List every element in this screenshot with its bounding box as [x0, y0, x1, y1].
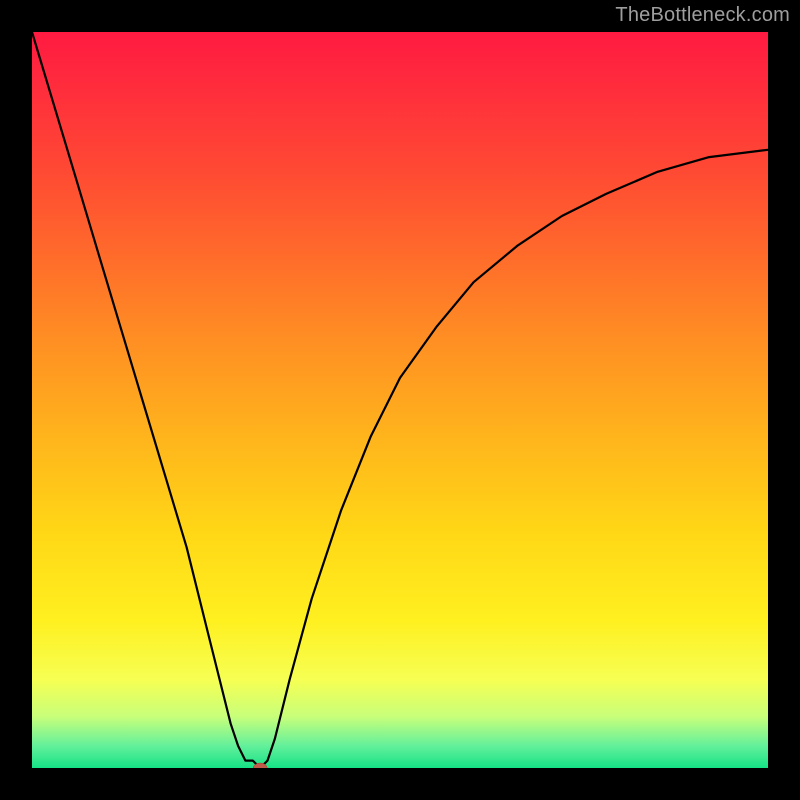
- bottleneck-curve: [32, 32, 768, 768]
- curve-layer: [32, 32, 768, 768]
- chart-stage: TheBottleneck.com: [0, 0, 800, 800]
- attribution-text: TheBottleneck.com: [615, 4, 790, 27]
- plot-area: [32, 32, 768, 768]
